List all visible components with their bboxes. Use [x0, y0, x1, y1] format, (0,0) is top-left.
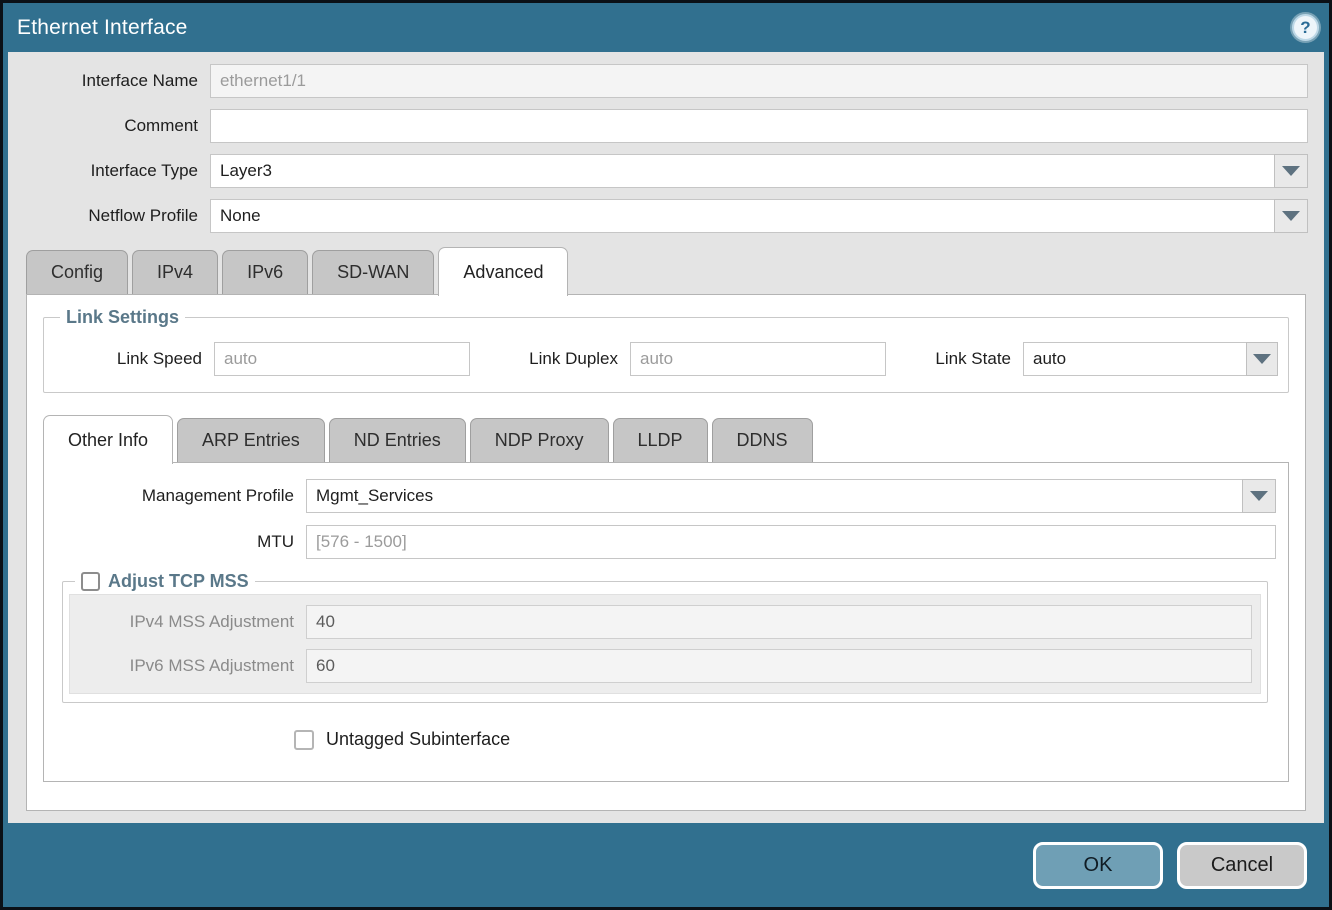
interface-name-field — [210, 64, 1308, 98]
tab-lldp[interactable]: LLDP — [613, 418, 708, 462]
adjust-tcp-mss-fieldset: Adjust TCP MSS IPv4 MSS Adjustment IPv6 … — [62, 571, 1268, 703]
title-bar: Ethernet Interface ? — [3, 3, 1329, 52]
untagged-subinterface-checkbox[interactable] — [294, 730, 314, 750]
interface-type-row: Interface Type — [24, 154, 1308, 188]
other-info-panel: Management Profile MTU — [43, 462, 1289, 782]
management-profile-label: Management Profile — [56, 486, 306, 506]
comment-label: Comment — [24, 116, 210, 136]
link-state-field[interactable] — [1023, 342, 1246, 376]
ok-button[interactable]: OK — [1033, 842, 1163, 889]
tab-ddns[interactable]: DDNS — [712, 418, 813, 462]
link-speed-label: Link Speed — [54, 349, 214, 369]
link-state-combo — [1023, 342, 1278, 376]
adjust-tcp-mss-checkbox[interactable] — [81, 572, 100, 591]
dialog-title: Ethernet Interface — [17, 16, 188, 40]
tab-sdwan[interactable]: SD-WAN — [312, 250, 434, 294]
link-state-dropdown-button[interactable] — [1246, 342, 1278, 376]
tab-arp-entries[interactable]: ARP Entries — [177, 418, 325, 462]
netflow-profile-label: Netflow Profile — [24, 206, 210, 226]
adjust-tcp-mss-label: Adjust TCP MSS — [108, 571, 249, 592]
tab-config[interactable]: Config — [26, 250, 128, 294]
untagged-subinterface-row: Untagged Subinterface — [294, 729, 1276, 750]
management-profile-row: Management Profile — [56, 479, 1276, 513]
mtu-label: MTU — [56, 532, 306, 552]
ipv6-mss-field — [306, 649, 1252, 683]
tab-ipv4[interactable]: IPv4 — [132, 250, 218, 294]
netflow-profile-dropdown-button[interactable] — [1274, 199, 1308, 233]
interface-type-combo — [210, 154, 1308, 188]
ipv4-mss-label: IPv4 MSS Adjustment — [78, 612, 306, 632]
link-duplex-field[interactable] — [630, 342, 886, 376]
interface-type-dropdown-button[interactable] — [1274, 154, 1308, 188]
chevron-down-icon — [1253, 354, 1271, 364]
interface-name-label: Interface Name — [24, 71, 210, 91]
interface-type-label: Interface Type — [24, 161, 210, 181]
inner-tab-bar: Other Info ARP Entries ND Entries NDP Pr… — [43, 415, 1289, 462]
link-state-label: Link State — [886, 349, 1023, 369]
ipv4-mss-row: IPv4 MSS Adjustment — [78, 605, 1252, 639]
interface-name-row: Interface Name — [24, 64, 1308, 98]
tab-advanced[interactable]: Advanced — [438, 247, 568, 296]
chevron-down-icon — [1282, 166, 1300, 176]
link-speed-field[interactable] — [214, 342, 470, 376]
chevron-down-icon — [1250, 491, 1268, 501]
dialog-footer: OK Cancel — [3, 823, 1329, 907]
link-duplex-label: Link Duplex — [470, 349, 630, 369]
link-settings-row: Link Speed Link Duplex Link State — [54, 342, 1278, 376]
management-profile-field[interactable] — [306, 479, 1242, 513]
ipv6-mss-row: IPv6 MSS Adjustment — [78, 649, 1252, 683]
mtu-row: MTU — [56, 525, 1276, 559]
adjust-tcp-mss-legend-wrap: Adjust TCP MSS — [75, 571, 255, 592]
netflow-profile-combo — [210, 199, 1308, 233]
help-icon[interactable]: ? — [1292, 14, 1319, 41]
link-settings-fieldset: Link Settings Link Speed Link Duplex Lin… — [43, 307, 1289, 393]
mtu-field[interactable] — [306, 525, 1276, 559]
cancel-button[interactable]: Cancel — [1177, 842, 1307, 889]
ipv6-mss-label: IPv6 MSS Adjustment — [78, 656, 306, 676]
management-profile-combo — [306, 479, 1276, 513]
untagged-subinterface-label: Untagged Subinterface — [326, 729, 510, 750]
tab-ipv6[interactable]: IPv6 — [222, 250, 308, 294]
advanced-tab-panel: Link Settings Link Speed Link Duplex Lin… — [26, 294, 1306, 811]
main-tab-bar: Config IPv4 IPv6 SD-WAN Advanced — [26, 247, 1324, 294]
ethernet-interface-dialog: Ethernet Interface ? Interface Name Comm… — [0, 0, 1332, 910]
link-settings-legend: Link Settings — [60, 307, 185, 328]
tab-ndp-proxy[interactable]: NDP Proxy — [470, 418, 609, 462]
mss-panel: IPv4 MSS Adjustment IPv6 MSS Adjustment — [69, 594, 1261, 694]
chevron-down-icon — [1282, 211, 1300, 221]
interface-type-field[interactable] — [210, 154, 1274, 188]
tab-other-info[interactable]: Other Info — [43, 415, 173, 464]
netflow-profile-field[interactable] — [210, 199, 1274, 233]
ipv4-mss-field — [306, 605, 1252, 639]
dialog-body: Interface Name Comment Interface Type Ne… — [8, 52, 1324, 823]
management-profile-dropdown-button[interactable] — [1242, 479, 1276, 513]
tab-nd-entries[interactable]: ND Entries — [329, 418, 466, 462]
comment-field[interactable] — [210, 109, 1308, 143]
netflow-profile-row: Netflow Profile — [24, 199, 1308, 233]
comment-row: Comment — [24, 109, 1308, 143]
